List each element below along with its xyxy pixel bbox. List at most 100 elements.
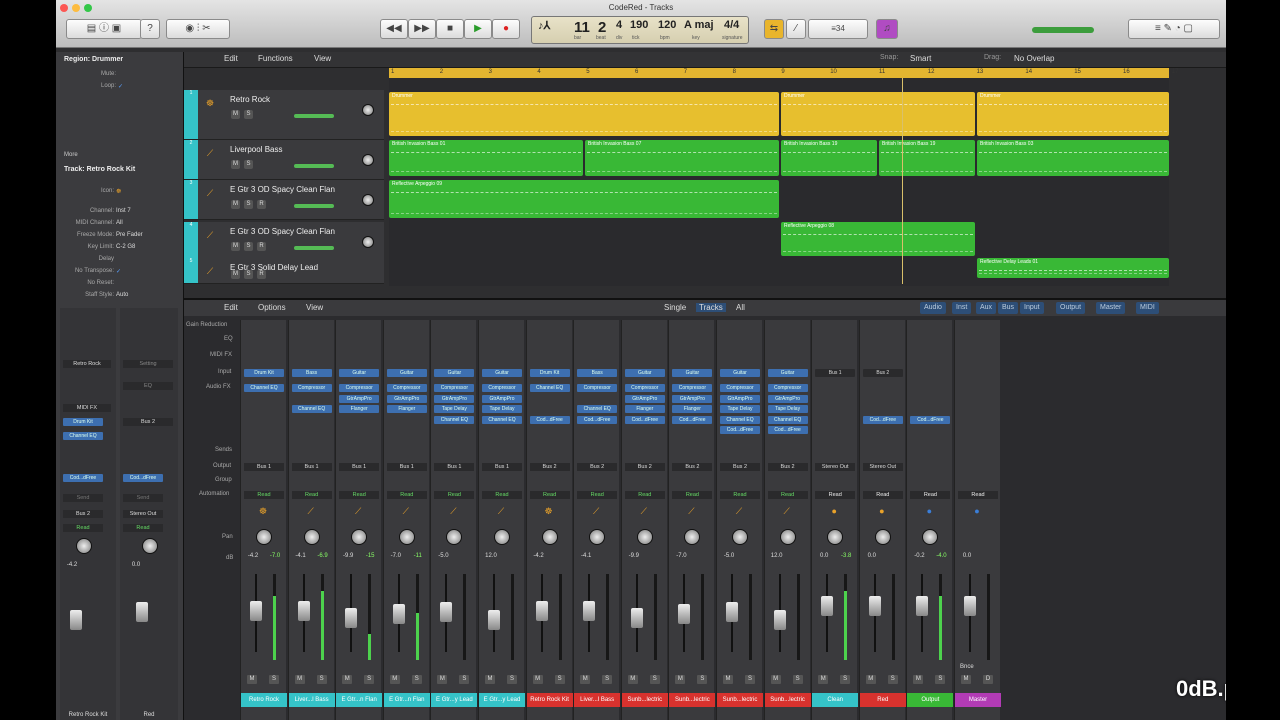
region[interactable]: Drummer [781, 92, 975, 136]
automation-mode[interactable]: Read [434, 491, 475, 499]
record-enable-button[interactable]: R [257, 242, 266, 251]
loop-checkbox[interactable]: ✓ [118, 83, 123, 90]
audio-fx-slot[interactable]: Cod...dFree [720, 426, 760, 434]
strip2-eq[interactable]: EQ [123, 382, 173, 390]
pan-knob[interactable] [589, 529, 606, 545]
audio-fx-slot[interactable]: GtrAmpPro [672, 394, 713, 403]
single-button[interactable]: Single [664, 303, 686, 312]
output-slot[interactable]: Bus 2 [720, 463, 760, 471]
snap-select[interactable]: Smart [910, 54, 931, 63]
solo-button[interactable]: S [697, 675, 708, 684]
solo-button[interactable]: S [840, 675, 851, 684]
automation-mode[interactable]: Read [291, 491, 332, 499]
master-volume-slider[interactable] [1032, 27, 1094, 33]
channel-name[interactable]: Sunb...lectric [621, 693, 668, 707]
pan-knob[interactable] [541, 529, 558, 545]
filter-output[interactable]: Output [1056, 302, 1086, 314]
mute-button[interactable]: M [818, 675, 829, 684]
mixer-edit-menu[interactable]: Edit [224, 303, 238, 312]
audio-fx-slot[interactable]: GtrAmpPro [482, 394, 522, 403]
library-inspector-toolbar[interactable]: ▤ ⓘ ▣ [66, 19, 142, 39]
volume-slider[interactable] [294, 246, 334, 250]
stop-button[interactable]: ■ [436, 19, 464, 39]
strip1-send[interactable]: Send [63, 494, 103, 502]
pan-knob[interactable] [398, 529, 415, 545]
volume-fader[interactable] [726, 602, 738, 622]
output-slot[interactable]: Bus 2 [577, 463, 618, 471]
channel-name[interactable]: E Gtr...n Flan [336, 693, 383, 707]
strip2-automation[interactable]: Read [123, 524, 163, 532]
audio-fx-slot[interactable]: Cod...dFree [767, 426, 808, 434]
smart-controls-buttons[interactable]: ◉ ⫶ ✂ [166, 19, 230, 39]
audio-fx-slot[interactable]: Tape Delay [434, 405, 475, 413]
channel-name[interactable]: Sunb...lectric [669, 693, 716, 707]
pan-knob[interactable] [256, 529, 272, 545]
audio-fx-slot[interactable]: Compressor [720, 384, 760, 392]
lcd-display[interactable]: ♪⅄ 11 2 4 190 120 A maj 4/4 bar beat div… [531, 16, 749, 44]
input-slot[interactable]: Guitar [482, 369, 522, 377]
output-slot[interactable]: Bus 2 [767, 463, 808, 471]
audio-fx-slot[interactable]: Channel EQ [767, 415, 808, 424]
audio-fx-slot[interactable]: Compressor [291, 384, 332, 392]
volume-fader[interactable] [297, 601, 310, 621]
solo-button[interactable]: S [745, 675, 755, 684]
pan-knob[interactable] [922, 529, 939, 545]
bounce-label[interactable]: Bnce [960, 664, 974, 670]
volume-fader[interactable] [392, 604, 405, 624]
volume-fader[interactable] [868, 596, 881, 616]
audio-fx-slot[interactable]: Flanger [672, 405, 713, 413]
pan-knob[interactable] [636, 529, 653, 545]
channel-name[interactable]: Red [859, 693, 906, 707]
automation-mode[interactable]: Read [910, 491, 951, 499]
audio-fx-slot[interactable]: GtrAmpPro [434, 394, 475, 403]
channel-name[interactable]: Liver...l Bass [574, 693, 621, 707]
track-header[interactable]: 4 ⟋ E Gtr 3 OD Spacy Clean Flan M S R [184, 222, 384, 262]
mute-button[interactable]: M [437, 675, 448, 684]
freeze-mode-value[interactable]: Pre Fader [116, 232, 143, 238]
strip2-send[interactable]: Send [123, 494, 163, 502]
input-slot[interactable]: Bass [291, 369, 332, 377]
solo-button[interactable]: S [411, 675, 422, 684]
mute-button[interactable]: M [231, 160, 240, 169]
solo-button[interactable]: S [887, 675, 898, 684]
mute-button[interactable]: M [580, 675, 591, 684]
track-header[interactable]: Track: Retro Rock Kit [56, 164, 184, 176]
tuner-button[interactable]: ⁄ [786, 19, 806, 39]
track-header[interactable]: 3 ⟋ E Gtr 3 OD Spacy Clean Flan M S R [184, 180, 384, 220]
volume-fader[interactable] [488, 610, 500, 630]
audio-fx-slot[interactable]: Compressor [482, 384, 522, 392]
mute-button[interactable]: M [532, 675, 543, 684]
audio-fx-slot[interactable]: Compressor [767, 384, 808, 392]
strip1-midi-fx[interactable]: MIDI FX [63, 404, 111, 412]
mixer-options-menu[interactable]: Options [258, 303, 286, 312]
audio-fx-slot[interactable]: Channel EQ [720, 415, 760, 424]
volume-fader[interactable] [821, 596, 834, 616]
mute-button[interactable]: M [485, 675, 495, 684]
output-slot[interactable]: Bus 2 [672, 463, 713, 471]
output-slot[interactable]: Stereo Out [815, 463, 856, 471]
solo-button[interactable]: S [935, 675, 946, 684]
rewind-button[interactable]: ◀◀ [380, 19, 408, 39]
channel-name[interactable]: E Gtr...y Lead [431, 693, 478, 707]
audio-fx-slot[interactable]: Tape Delay [720, 405, 760, 413]
volume-fader[interactable] [678, 604, 691, 624]
mute-button[interactable]: M [913, 675, 924, 684]
solo-button[interactable]: S [244, 242, 253, 251]
view-menu[interactable]: View [314, 54, 331, 63]
input-slot[interactable]: Guitar [624, 369, 665, 377]
automation-mode[interactable]: Read [339, 491, 380, 499]
no-transpose-checkbox[interactable]: ✓ [116, 268, 121, 275]
audio-fx-slot[interactable]: Compressor [434, 384, 475, 392]
editor-buttons[interactable]: ≡ ✎ ◔ ▢ [1128, 19, 1220, 39]
volume-fader[interactable] [916, 596, 929, 616]
mute-button[interactable]: M [294, 675, 305, 684]
volume-fader[interactable] [535, 601, 548, 621]
solo-button[interactable]: S [602, 675, 613, 684]
automation-mode[interactable]: Read [767, 491, 808, 499]
playhead[interactable] [902, 78, 903, 284]
automation-mode[interactable]: Read [529, 491, 570, 499]
solo-button[interactable]: S [364, 675, 375, 684]
mute-button[interactable]: M [627, 675, 638, 684]
mute-button[interactable]: M [675, 675, 686, 684]
mute-button[interactable]: M [389, 675, 400, 684]
